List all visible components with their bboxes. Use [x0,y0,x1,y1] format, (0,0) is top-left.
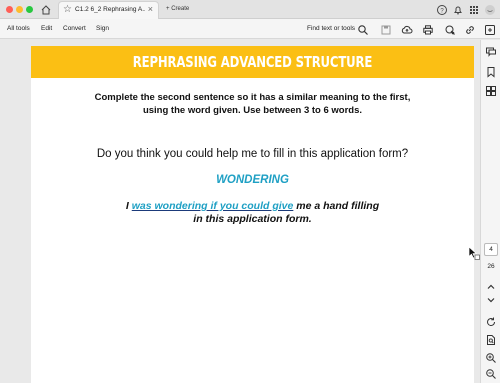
refresh-icon[interactable] [485,315,497,327]
instructions-line-1: Complete the second sentence so it has a… [94,92,411,103]
app-toolbar: All tools Edit Convert Sign Find text or… [0,19,500,39]
plus-icon: + [166,6,170,12]
instructions: Complete the second sentence so it has a… [81,91,424,117]
minimize-window-button[interactable] [16,6,23,13]
upload-cloud-icon[interactable] [401,23,413,35]
answer-fill: was wondering if you could give [131,200,294,212]
chevron-up-icon[interactable] [485,280,497,292]
thumbnails-icon[interactable] [485,84,497,96]
menu-sign[interactable]: Sign [96,25,109,32]
key-word: WONDERING [216,174,289,186]
menu-convert[interactable]: Convert [63,25,86,32]
menu-all-tools[interactable]: All tools [7,25,30,32]
apps-grid-icon[interactable] [468,3,480,15]
page-search-icon[interactable] [485,333,497,345]
more-options-icon[interactable] [484,23,496,35]
right-sidebar: 4 26 [480,40,500,383]
mouse-cursor-icon [468,246,480,260]
tab-title: C1.2 6_2 Rephrasing A... [75,6,145,13]
share-link-icon[interactable] [444,23,456,35]
maximize-window-button[interactable] [26,6,33,13]
answer-end: me a hand filling [293,200,380,212]
pdf-page: REPHRASING ADVANCED STRUCTURE Complete t… [31,46,474,383]
title-banner: REPHRASING ADVANCED STRUCTURE [31,46,474,78]
close-tab-icon[interactable]: × [148,4,153,14]
close-window-button[interactable] [6,6,13,13]
answer-line-2: in this application form. [193,213,312,225]
svg-text:?: ? [440,8,444,14]
zoom-in-icon[interactable] [485,351,497,363]
create-button[interactable]: + Create [162,3,193,16]
chevron-down-icon[interactable] [485,293,497,305]
zoom-out-icon[interactable] [485,367,497,379]
link-icon[interactable] [464,23,476,35]
answer-sentence: I was wondering if you could give me a h… [51,200,454,226]
banner-title: REPHRASING ADVANCED STRUCTURE [132,53,373,71]
document-tab[interactable]: ☆ C1.2 6_2 Rephrasing A... × [58,1,159,19]
bookmark-icon[interactable] [485,65,497,78]
comments-icon[interactable] [485,45,497,57]
total-pages: 26 [487,263,495,270]
find-text-or-tools[interactable]: Find text or tools [307,25,355,32]
original-sentence: Do you think you could help me to fill i… [96,148,409,160]
document-canvas[interactable]: REPHRASING ADVANCED STRUCTURE Complete t… [0,40,480,383]
notifications-icon[interactable] [452,3,464,15]
home-icon[interactable] [40,3,52,15]
save-icon[interactable] [380,23,392,35]
menu-edit[interactable]: Edit [41,25,52,32]
help-icon[interactable]: ? [436,3,448,15]
window-titlebar: ☆ C1.2 6_2 Rephrasing A... × + Create ? [0,0,500,19]
current-page-input[interactable]: 4 [484,243,498,256]
star-icon[interactable]: ☆ [63,4,72,15]
account-avatar-icon[interactable] [484,3,496,15]
answer-line-1: I was wondering if you could give me a h… [51,200,454,213]
search-icon[interactable] [357,23,369,35]
create-label: Create [171,6,190,12]
print-icon[interactable] [422,23,434,35]
instructions-line-2: using the word given. Use between 3 to 6… [142,105,363,116]
